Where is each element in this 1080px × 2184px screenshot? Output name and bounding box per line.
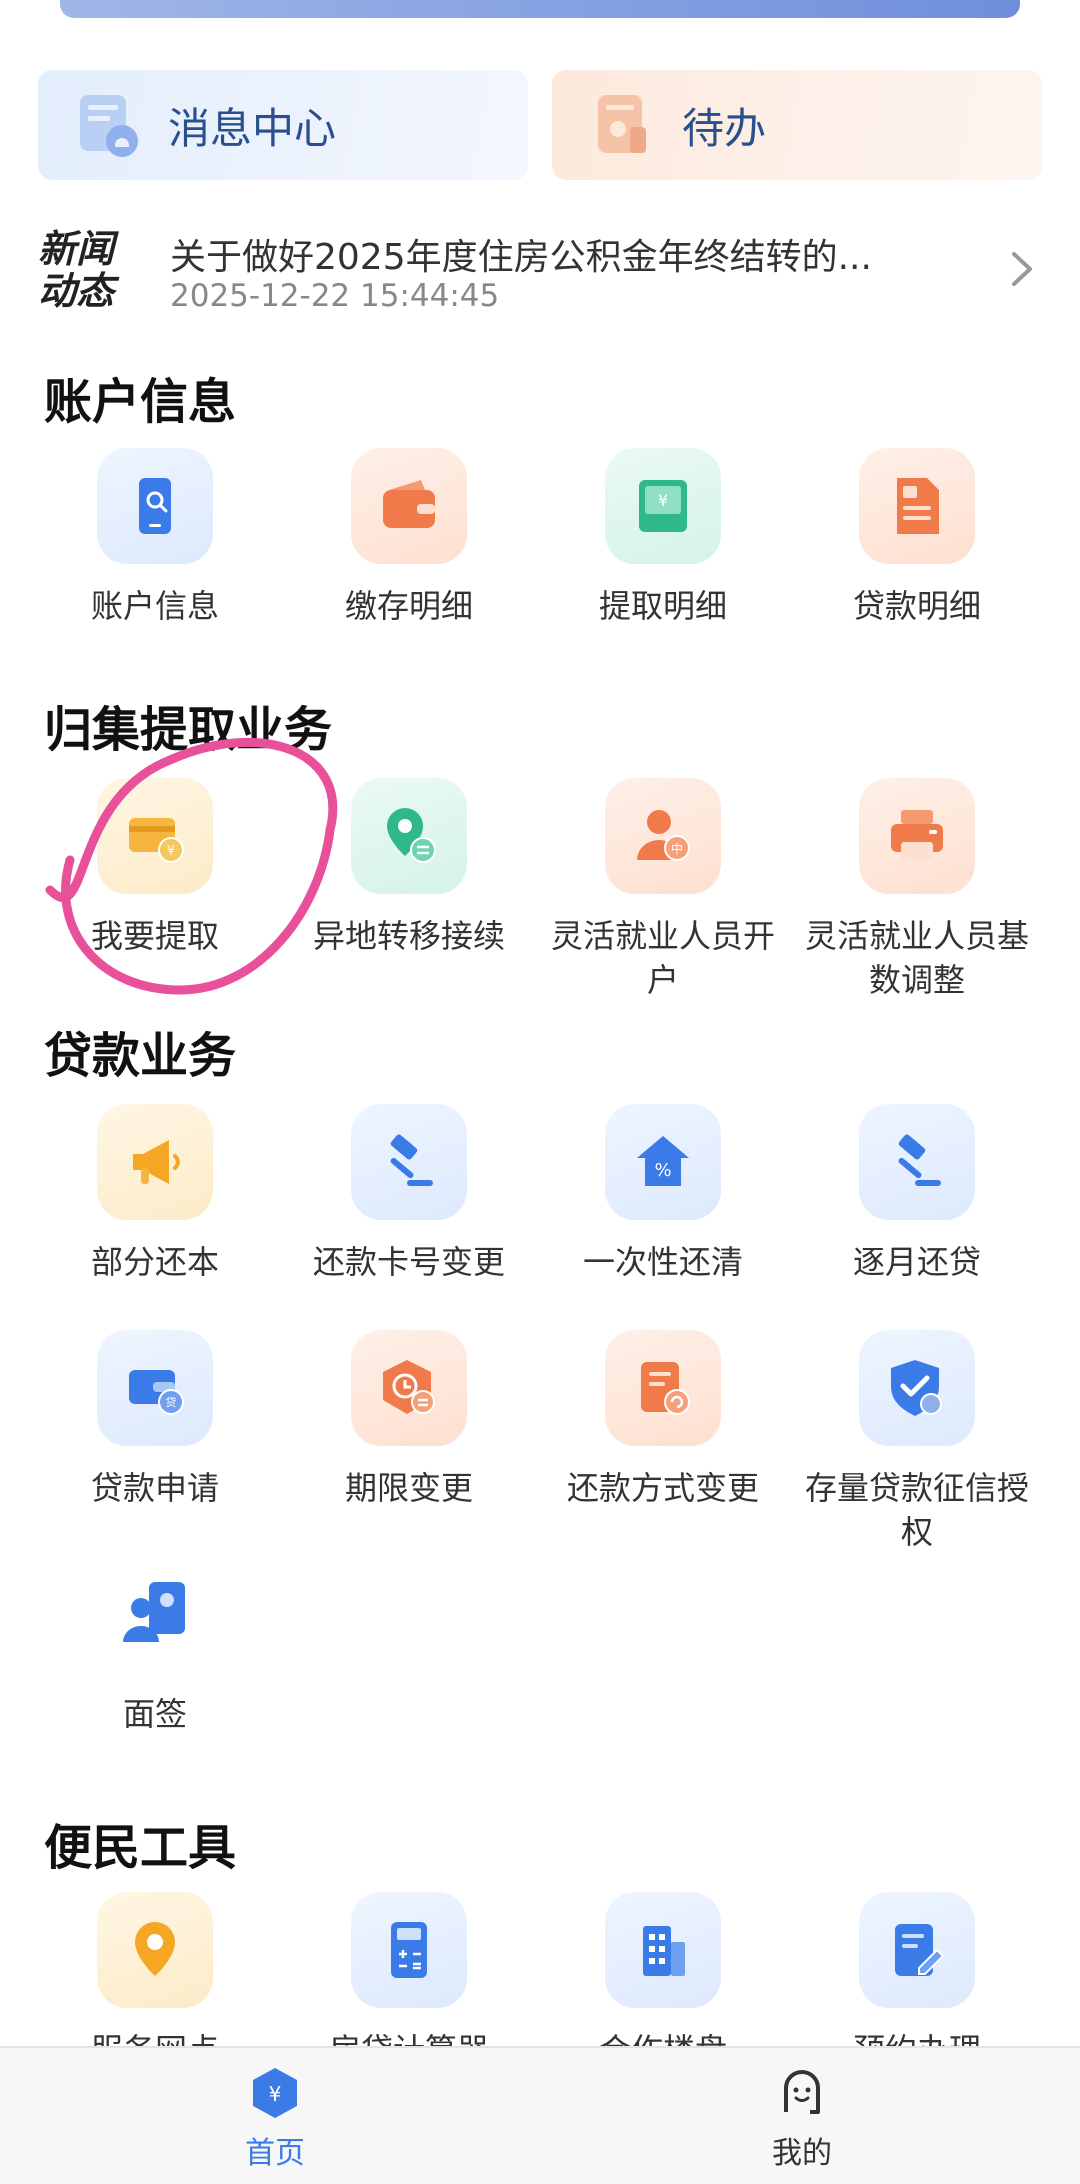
shield-check-icon [859,1330,975,1446]
todo-card[interactable]: 待办 [552,70,1042,180]
news-logo: 新闻 动态 [38,228,134,318]
person-badge-icon: 中 [605,778,721,894]
grid-item-label: 预约办理 [797,2028,1037,2046]
location-pin-icon [97,1892,213,2008]
grid-item-label: 贷款申请 [90,1469,219,1507]
news-logo-line2: 动态 [38,269,115,313]
news-time: 2025-12-22 15:44:45 [170,278,500,314]
todo-label: 待办 [682,103,767,153]
grid-item-label: 面签 [122,1695,187,1733]
top-banner-edge [60,0,1020,18]
edit-document-icon [859,1892,975,2008]
grid-item-flex-open[interactable]: 中 灵活就业人员开户 [536,778,790,1004]
wallet-icon [351,448,467,564]
grid-item-withdraw-detail[interactable]: ¥ 提取明细 [536,448,790,674]
grid-item-method-change[interactable]: 还款方式变更 [536,1330,790,1556]
message-icon [70,87,146,163]
grid-item-label: 期限变更 [344,1469,473,1507]
grid-item-label: 服务网点 [35,2028,275,2046]
grid-item-label: 存量贷款征信授权 [804,1469,1029,1551]
gavel-icon [859,1104,975,1220]
news-title: 关于做好2025年度住房公积金年终结转的... [170,237,872,278]
svg-text:中: 中 [671,841,683,856]
gavel-icon [351,1104,467,1220]
tools-grid: 服务网点 房贷计算器 合作楼盘 预约办理 [28,1892,1052,2046]
phone-search-icon [97,448,213,564]
grid-item-label: 还款卡号变更 [312,1243,505,1281]
grid-item-label: 灵活就业人员基数调整 [804,917,1029,999]
building-icon [605,1892,721,2008]
grid-item-credit-auth[interactable]: 存量贷款征信授权 [790,1330,1044,1556]
section-title-account: 账户信息 [44,374,237,430]
grid-item-transfer[interactable]: 异地转移接续 [282,778,536,1004]
grid-item-face-sign[interactable]: 面签 [28,1556,282,1782]
clock-hexagon-icon [351,1330,467,1446]
chevron-right-icon [1012,252,1032,286]
loan-grid: 部分还本 还款卡号变更 % 一次性还清 逐月还贷 贷 贷款申请 期限变更 还款方… [28,1104,1052,1782]
grid-item-label: 一次性还清 [582,1243,743,1281]
grid-item-label: 房贷计算器 [289,2028,529,2046]
grid-item-label: 合作楼盘 [543,2028,783,2046]
message-center-card[interactable]: 消息中心 [38,70,528,180]
grid-item-deposit-detail[interactable]: 缴存明细 [282,448,536,674]
section-title-loan: 贷款业务 [44,1028,237,1084]
news-logo-line1: 新闻 [38,227,115,271]
user-face-icon [784,2070,820,2114]
document-refresh-icon [605,1330,721,1446]
account-grid: 账户信息 缴存明细 ¥ 提取明细 贷款明细 [28,448,1052,674]
tab-mine[interactable]: 我的 [702,2064,902,2172]
grid-item-partial-repay[interactable]: 部分还本 [28,1104,282,1330]
svg-text:贷: 贷 [166,1395,177,1409]
grid-item-loan-apply[interactable]: 贷 贷款申请 [28,1330,282,1556]
grid-item-withdraw[interactable]: ¥ 我要提取 [28,778,282,1004]
tab-home-label: 首页 [245,2136,305,2171]
grid-item-label: 我要提取 [90,917,219,955]
grid-item-flex-adjust[interactable]: 灵活就业人员基数调整 [790,778,1044,1004]
svg-text:¥: ¥ [269,2082,282,2106]
grid-item-loan-detail[interactable]: 贷款明细 [790,448,1044,674]
card-yuan-icon: ¥ [97,778,213,894]
svg-text:%: % [654,1160,671,1181]
tab-mine-label: 我的 [772,2136,832,2171]
section-title-tools: 便民工具 [44,1820,237,1876]
grid-item-label: 还款方式变更 [566,1469,759,1507]
grid-item-appointment[interactable]: 预约办理 [790,1892,1044,2046]
loan-document-icon [859,448,975,564]
bottom-tab-bar: ¥ 首页 我的 [0,2046,1080,2184]
todo-icon [584,87,660,163]
cash-envelope-icon: ¥ [605,448,721,564]
tab-home[interactable]: ¥ 首页 [175,2064,375,2172]
svg-text:¥: ¥ [167,844,175,859]
grid-item-account-info[interactable]: 账户信息 [28,448,282,674]
grid-item-calculator[interactable]: 房贷计算器 [282,1892,536,2046]
grid-item-payoff[interactable]: % 一次性还清 [536,1104,790,1330]
news-row[interactable]: 新闻 动态 关于做好2025年度住房公积金年终结转的... 2025-12-22… [38,222,1042,322]
grid-item-label: 部分还本 [90,1243,219,1281]
grid-item-partner-estate[interactable]: 合作楼盘 [536,1892,790,2046]
megaphone-icon [97,1104,213,1220]
printer-icon [859,778,975,894]
grid-item-label: 缴存明细 [344,587,473,625]
quick-cards: 消息中心 待办 [38,70,1042,180]
svg-text:¥: ¥ [658,491,668,510]
grid-item-service-outlet[interactable]: 服务网点 [28,1892,282,2046]
grid-item-label: 提取明细 [598,587,727,625]
location-transfer-icon [351,778,467,894]
grid-item-label: 账户信息 [90,587,219,625]
face-sign-icon [97,1556,213,1672]
home-yuan-icon: ¥ [253,2068,297,2118]
house-percent-icon: % [605,1104,721,1220]
grid-item-label: 异地转移接续 [312,917,505,955]
message-center-label: 消息中心 [168,103,337,153]
grid-item-label: 贷款明细 [852,587,981,625]
loan-wallet-icon: 贷 [97,1330,213,1446]
grid-item-label: 灵活就业人员开户 [550,917,775,999]
section-title-collect: 归集提取业务 [44,702,333,758]
grid-item-card-change[interactable]: 还款卡号变更 [282,1104,536,1330]
calculator-icon [351,1892,467,2008]
grid-item-label: 逐月还贷 [852,1243,981,1281]
grid-item-term-change[interactable]: 期限变更 [282,1330,536,1556]
collect-grid: ¥ 我要提取 异地转移接续 中 灵活就业人员开户 灵活就业人员基数调整 [28,778,1052,1004]
grid-item-monthly-repay[interactable]: 逐月还贷 [790,1104,1044,1330]
